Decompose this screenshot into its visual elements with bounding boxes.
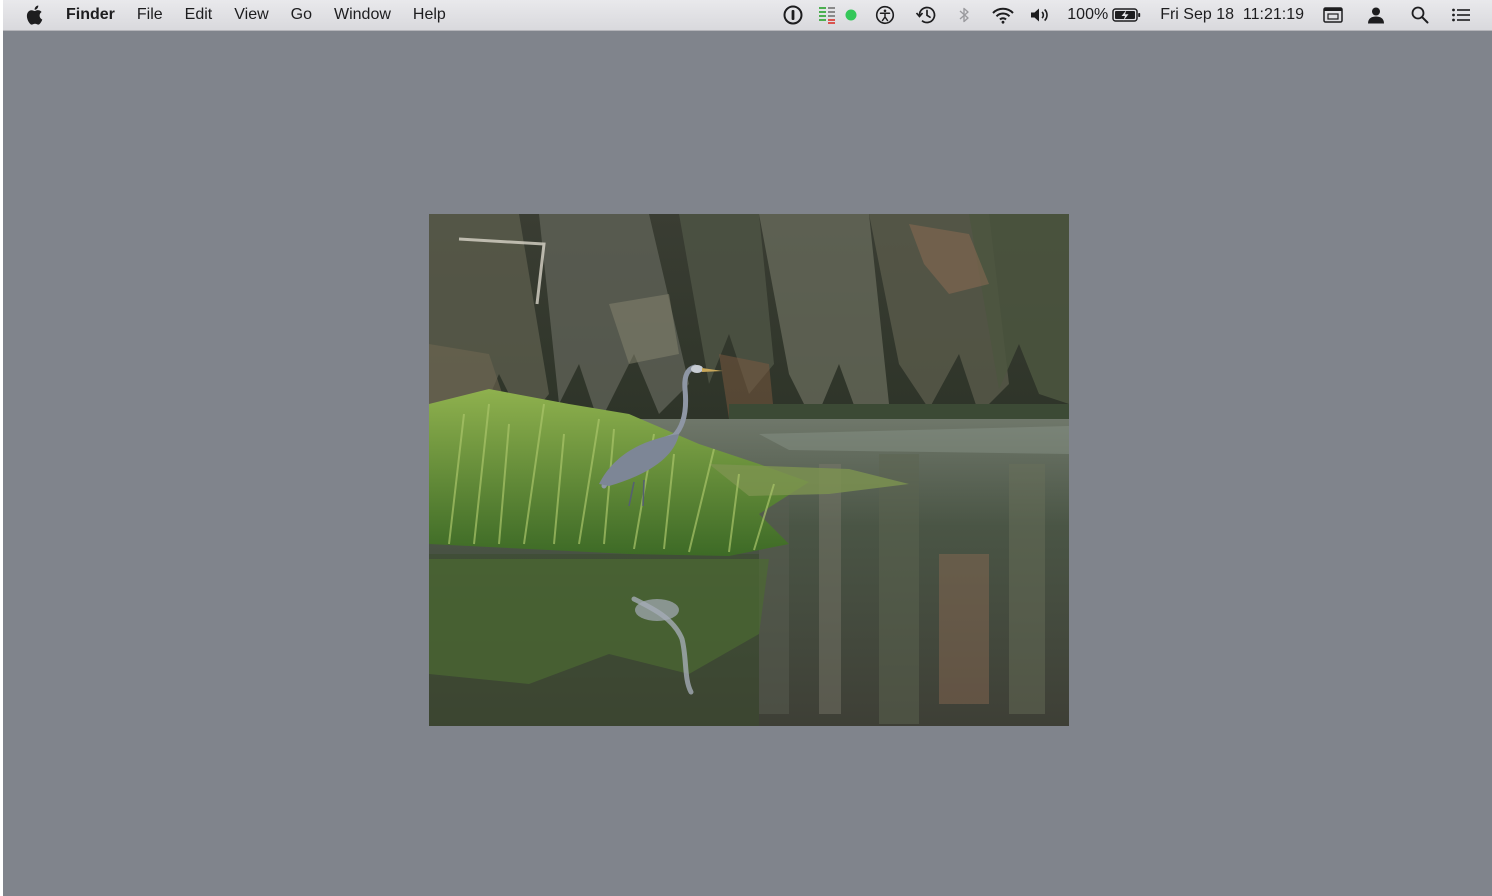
accessibility-icon[interactable]	[875, 5, 895, 25]
battery-charging-icon[interactable]	[1112, 6, 1142, 24]
menu-window[interactable]: Window	[334, 6, 391, 24]
notification-center-icon[interactable]	[1450, 5, 1472, 25]
bluetooth-icon[interactable]	[957, 5, 971, 25]
menu-bar-clock[interactable]: Fri Sep 18 11:21:19	[1160, 6, 1304, 24]
menu-help[interactable]: Help	[413, 6, 446, 24]
desktop: Finder File Edit View Go Window Help 100…	[3, 0, 1492, 896]
menu-bar: Finder File Edit View Go Window Help 100…	[3, 0, 1492, 31]
display-icon[interactable]	[1322, 5, 1344, 25]
menu-view[interactable]: View	[234, 6, 268, 24]
status-dot-icon[interactable]	[845, 9, 857, 21]
time-machine-icon[interactable]	[915, 5, 937, 25]
menu-meter-icon[interactable]	[817, 5, 837, 25]
menu-edit[interactable]: Edit	[185, 6, 213, 24]
battery-percent[interactable]: 100%	[1067, 6, 1108, 24]
app-menu-finder[interactable]: Finder	[66, 6, 115, 24]
user-icon[interactable]	[1366, 5, 1386, 25]
menu-go[interactable]: Go	[291, 6, 312, 24]
heron-photo	[429, 214, 1069, 726]
apple-menu-icon[interactable]	[25, 5, 43, 25]
volume-icon[interactable]	[1029, 5, 1051, 25]
spotlight-search-icon[interactable]	[1410, 5, 1430, 25]
onepassword-icon[interactable]	[783, 5, 803, 25]
wifi-icon[interactable]	[991, 5, 1015, 25]
menu-file[interactable]: File	[137, 6, 163, 24]
